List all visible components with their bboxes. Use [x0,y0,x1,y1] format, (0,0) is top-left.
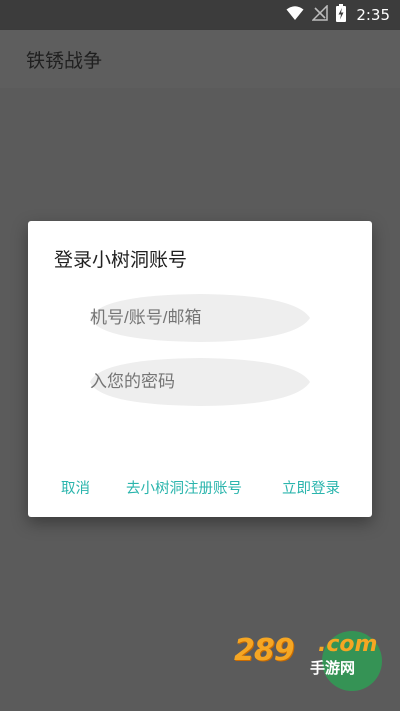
dialog-title: 登录小树洞账号 [54,249,188,271]
no-signal-icon [311,4,329,25]
watermark-number: 289 [234,633,295,668]
battery-charging-icon [336,4,347,26]
app-title: 铁锈战争 [26,50,103,72]
app-bar: 铁锈战争 [0,30,400,88]
login-dialog: 登录小树洞账号 取消 去小树洞注册账号 立即登录 [28,221,372,517]
password-field[interactable] [90,357,310,407]
status-icons: 2:35 [286,4,390,26]
cancel-button[interactable]: 取消 [61,477,90,498]
account-field[interactable] [90,293,310,343]
status-time: 2:35 [356,6,390,24]
status-bar: 2:35 [0,0,400,30]
wifi-icon [286,5,304,25]
account-input[interactable] [90,293,310,343]
watermark-logo: 289 .com 手游网 [230,625,400,711]
password-input[interactable] [90,357,310,407]
watermark-domain: .com [318,632,378,657]
register-button[interactable]: 去小树洞注册账号 [126,477,242,498]
watermark-subtitle: 手游网 [310,659,356,677]
login-button[interactable]: 立即登录 [282,477,340,498]
